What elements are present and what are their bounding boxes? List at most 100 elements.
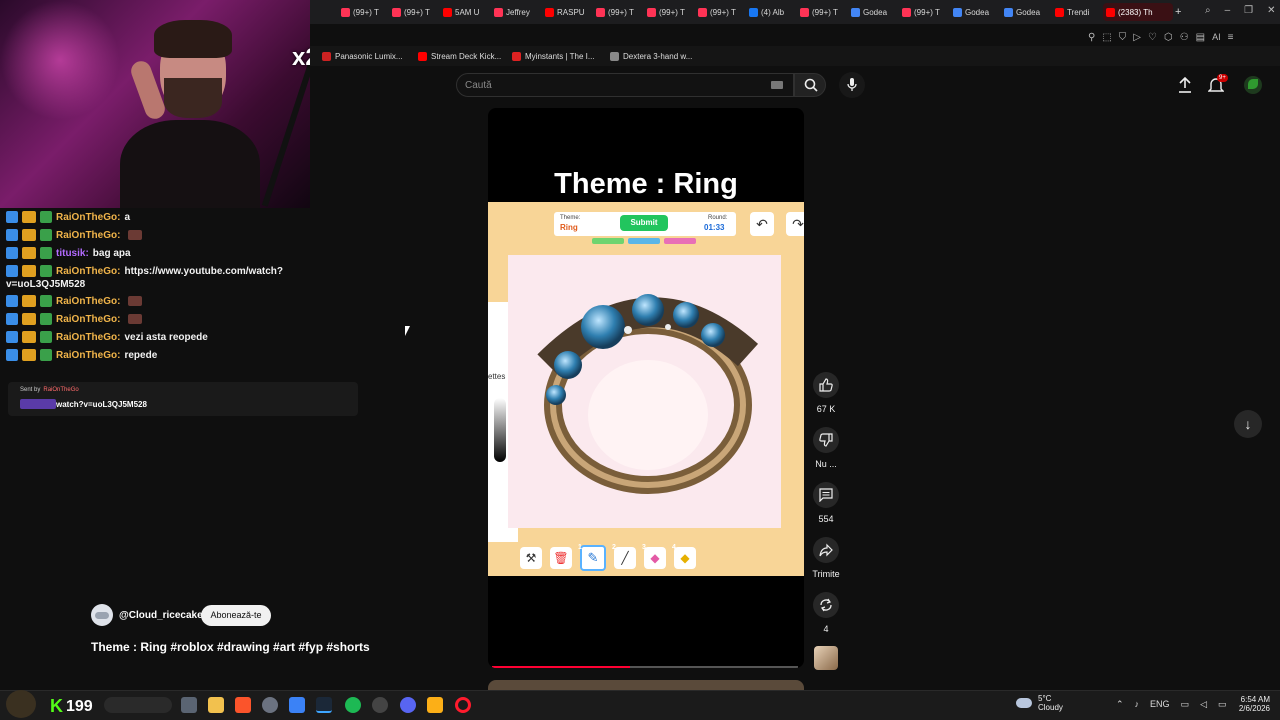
sub-badge-icon bbox=[40, 295, 52, 308]
bookmark-1[interactable]: Panasonic Lumix... bbox=[322, 49, 403, 63]
pencil-tool-button[interactable]: ✎ 1 bbox=[578, 544, 606, 571]
task-view-icon[interactable] bbox=[181, 697, 197, 713]
rockstar-icon[interactable] bbox=[427, 697, 443, 713]
remix-button[interactable] bbox=[813, 592, 839, 618]
line-tool-button[interactable]: ╱ 2 bbox=[612, 544, 636, 569]
fill-tool-button[interactable]: ◆ 4 bbox=[672, 544, 696, 569]
display-icon[interactable]: ▭ bbox=[1181, 699, 1190, 710]
brave-icon[interactable] bbox=[235, 697, 251, 713]
tab-2[interactable]: (99+) T bbox=[389, 3, 435, 21]
tab-15[interactable]: Trendi bbox=[1052, 3, 1098, 21]
submit-button[interactable]: Submit bbox=[620, 215, 668, 231]
volume-icon[interactable]: ◁ bbox=[1200, 699, 1207, 710]
tab-12[interactable]: (99+) T bbox=[899, 3, 945, 21]
subscribe-button[interactable]: Abonează-te bbox=[201, 605, 271, 626]
undo-button[interactable]: ↶ bbox=[750, 212, 774, 236]
tab-5[interactable]: RASPU bbox=[542, 3, 588, 21]
profile-icon[interactable]: ⚇ bbox=[1180, 32, 1189, 43]
tab-11[interactable]: Godea bbox=[848, 3, 894, 21]
screenshot-icon[interactable]: ⬚ bbox=[1102, 32, 1111, 43]
chat-username[interactable]: RaiOnTheGo bbox=[56, 266, 117, 277]
extensions-icon[interactable]: ⬡ bbox=[1164, 32, 1173, 43]
taskbar-search[interactable] bbox=[104, 697, 172, 713]
play-icon[interactable]: ▷ bbox=[1133, 32, 1141, 43]
comments-button[interactable] bbox=[813, 482, 839, 508]
shield-icon[interactable]: ⛉ bbox=[1119, 32, 1127, 43]
close-icon[interactable]: ✕ bbox=[1267, 5, 1275, 16]
channel-avatar[interactable] bbox=[91, 604, 113, 626]
pin-icon[interactable]: ⚲ bbox=[1088, 32, 1095, 43]
redo-button[interactable]: ↷ bbox=[786, 212, 804, 236]
notifications-button[interactable]: 9+ bbox=[1207, 74, 1228, 98]
tab-6[interactable]: (99+) T bbox=[593, 3, 639, 21]
bookmark-3[interactable]: Myinstants | The I... bbox=[512, 49, 595, 63]
discord-icon[interactable] bbox=[400, 697, 416, 713]
search-input[interactable]: Caută bbox=[456, 73, 794, 97]
audio-thumbnail[interactable] bbox=[814, 646, 838, 670]
keyboard-icon[interactable] bbox=[771, 81, 783, 89]
app-icon[interactable] bbox=[372, 697, 388, 713]
short-video-player[interactable]: Theme : Ring Theme: Ring Submit Round: 0… bbox=[488, 108, 804, 668]
tab-7[interactable]: (99+) T bbox=[644, 3, 690, 21]
ai-button[interactable]: AI bbox=[1212, 32, 1221, 42]
chat-username[interactable]: RaiOnTheGo bbox=[56, 230, 117, 241]
dislike-button[interactable] bbox=[813, 427, 839, 453]
eraser-tool-button[interactable]: ◆ 3 bbox=[642, 544, 666, 569]
steam-icon[interactable] bbox=[316, 697, 332, 713]
store-icon[interactable] bbox=[289, 697, 305, 713]
share-button[interactable] bbox=[813, 537, 839, 563]
chat-username[interactable]: RaiOnTheGo bbox=[56, 296, 117, 307]
tab-16[interactable]: (2383) Th bbox=[1103, 3, 1173, 21]
sent-link[interactable]: watch?v=uoL3QJ5M528 bbox=[56, 400, 147, 409]
tab-8[interactable]: (99+) T bbox=[695, 3, 741, 21]
language-indicator[interactable]: ENG bbox=[1150, 699, 1170, 710]
heart-icon[interactable]: ♡ bbox=[1148, 32, 1157, 43]
tab-10[interactable]: (99+) T bbox=[797, 3, 843, 21]
browser-toolbar-icons: ⚲ ⬚ ⛉ ▷ ♡ ⬡ ⚇ ▤ AI ≡ bbox=[1088, 30, 1278, 44]
mic-tray-icon[interactable]: ♪ bbox=[1135, 699, 1140, 710]
tab-13[interactable]: Godea bbox=[950, 3, 996, 21]
trash-icon[interactable]: 🗑 bbox=[550, 547, 572, 569]
search-tabs-icon[interactable]: ⌕ bbox=[1205, 5, 1211, 16]
tab-1[interactable]: (99+) T bbox=[338, 3, 384, 21]
voice-search-button[interactable] bbox=[839, 72, 865, 98]
settings-icon[interactable] bbox=[262, 697, 278, 713]
file-explorer-icon[interactable] bbox=[208, 697, 224, 713]
tab-14[interactable]: Godea bbox=[1001, 3, 1047, 21]
chat-message: RaiOnTheGo: https://www.youtube.com/watch… bbox=[6, 265, 283, 278]
chat-username[interactable]: titusik bbox=[56, 248, 85, 259]
channel-name[interactable]: @Cloud_ricecake bbox=[119, 610, 203, 621]
tab-9[interactable]: (4) Alb bbox=[746, 3, 792, 21]
chat-username[interactable]: RaiOnTheGo bbox=[56, 350, 117, 361]
tab-3[interactable]: 5AM U bbox=[440, 3, 486, 21]
opera-icon[interactable] bbox=[455, 697, 471, 713]
prime-badge-icon bbox=[6, 229, 18, 242]
search-button[interactable] bbox=[794, 73, 826, 97]
chat-username[interactable]: RaiOnTheGo bbox=[56, 314, 117, 325]
bookmark-2[interactable]: Stream Deck Kick... bbox=[418, 49, 501, 63]
bookmark-4[interactable]: Dextera 3-hand w... bbox=[610, 49, 692, 63]
maximize-icon[interactable]: ❐ bbox=[1244, 5, 1253, 16]
menu-icon[interactable]: ≡ bbox=[1228, 32, 1234, 43]
new-tab-button[interactable]: + bbox=[1172, 3, 1184, 21]
avatar[interactable] bbox=[1244, 76, 1262, 94]
video-progress-track[interactable] bbox=[492, 666, 798, 668]
paint-roller-icon[interactable]: ⚒ bbox=[520, 547, 542, 569]
chat-text[interactable]: https://www.youtube.com/watch? bbox=[124, 266, 283, 277]
spotify-icon[interactable] bbox=[345, 697, 361, 713]
chat-text-continued[interactable]: v=uoL3QJ5M528 bbox=[6, 278, 85, 291]
chevron-up-icon[interactable]: ⌃ bbox=[1116, 699, 1124, 710]
color-slider[interactable] bbox=[494, 398, 506, 462]
like-button[interactable] bbox=[813, 372, 839, 398]
chat-username[interactable]: RaiOnTheGo bbox=[56, 212, 117, 223]
minimize-icon[interactable]: – bbox=[1225, 5, 1231, 16]
battery-icon[interactable]: ▭ bbox=[1218, 699, 1227, 710]
chat-username[interactable]: RaiOnTheGo bbox=[56, 332, 117, 343]
clock[interactable]: 6:54 AM 2/6/2026 bbox=[1228, 695, 1270, 713]
tab-4[interactable]: Jeffrey bbox=[491, 3, 537, 21]
next-video-button[interactable]: ↓ bbox=[1234, 410, 1262, 438]
weather-widget[interactable]: 5°C Cloudy bbox=[1016, 694, 1063, 712]
crown-badge-icon bbox=[22, 229, 36, 242]
wallet-icon[interactable]: ▤ bbox=[1196, 32, 1205, 43]
upload-button[interactable] bbox=[1178, 76, 1192, 98]
